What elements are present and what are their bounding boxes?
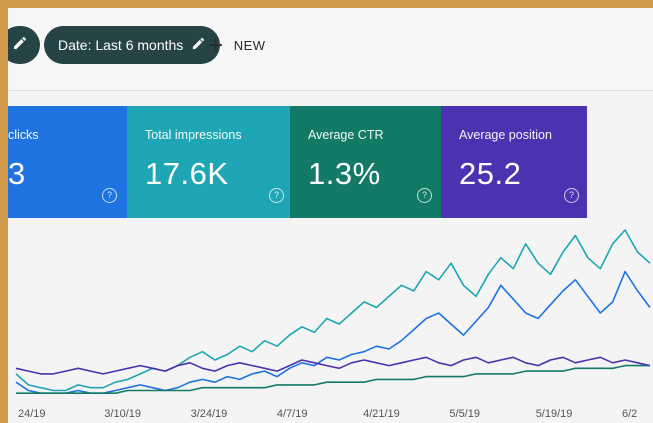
x-tick-label: 3/24/19 bbox=[191, 408, 228, 420]
x-axis-ticks: 24/19 3/10/19 3/24/19 4/7/19 4/21/19 5/5/19 5/… bbox=[18, 408, 637, 420]
metric-value: 17.6K bbox=[145, 156, 229, 191]
metric-label: Average CTR bbox=[308, 128, 384, 142]
metric-card-impressions[interactable]: Total impressions 17.6K ? bbox=[127, 106, 290, 218]
metric-label: Total impressions bbox=[145, 128, 242, 142]
x-tick-label: 4/21/19 bbox=[363, 408, 400, 420]
plus-icon: + bbox=[208, 30, 224, 60]
series-line-0 bbox=[15, 270, 651, 394]
date-filter-chip[interactable]: Date: Last 6 months bbox=[44, 26, 221, 64]
metric-value: 25.2 bbox=[459, 156, 522, 191]
x-tick-label: 24/19 bbox=[18, 408, 46, 420]
help-icon[interactable]: ? bbox=[269, 188, 284, 203]
x-tick-label: 4/7/19 bbox=[277, 408, 308, 420]
filter-toolbar: Date: Last 6 months + NEW bbox=[8, 8, 653, 91]
search-console-screen: Date: Last 6 months + NEW clicks 3 ? Tot… bbox=[8, 8, 653, 423]
x-tick-label: 5/5/19 bbox=[449, 408, 480, 420]
metric-cards: clicks 3 ? Total impressions 17.6K ? Ave… bbox=[8, 106, 653, 218]
help-icon[interactable]: ? bbox=[417, 188, 432, 203]
metric-label: Average position bbox=[459, 128, 552, 142]
metric-value: 1.3% bbox=[308, 156, 381, 191]
add-new-button[interactable]: + NEW bbox=[208, 30, 266, 60]
date-filter-label: Date: Last 6 months bbox=[58, 37, 184, 53]
metric-card-position[interactable]: Average position 25.2 ? bbox=[441, 106, 587, 218]
pencil-icon bbox=[12, 35, 28, 56]
chart-series bbox=[15, 229, 651, 394]
help-icon[interactable]: ? bbox=[564, 188, 579, 203]
metric-label: clicks bbox=[8, 128, 39, 142]
performance-line-chart: 24/19 3/10/19 3/24/19 4/7/19 4/21/19 5/5/19 5/… bbox=[15, 229, 651, 420]
help-icon[interactable]: ? bbox=[102, 188, 117, 203]
metric-card-clicks[interactable]: clicks 3 ? bbox=[8, 106, 127, 218]
metric-value: 3 bbox=[8, 156, 26, 191]
edit-filter-button[interactable] bbox=[8, 26, 40, 64]
series-line-2 bbox=[16, 364, 650, 394]
x-tick-label: 6/2 bbox=[622, 408, 637, 420]
new-label: NEW bbox=[233, 37, 266, 53]
metric-card-ctr[interactable]: Average CTR 1.3% ? bbox=[290, 106, 441, 218]
pencil-icon bbox=[191, 36, 206, 54]
x-tick-label: 5/19/19 bbox=[536, 408, 573, 420]
x-tick-label: 3/10/19 bbox=[104, 408, 141, 420]
